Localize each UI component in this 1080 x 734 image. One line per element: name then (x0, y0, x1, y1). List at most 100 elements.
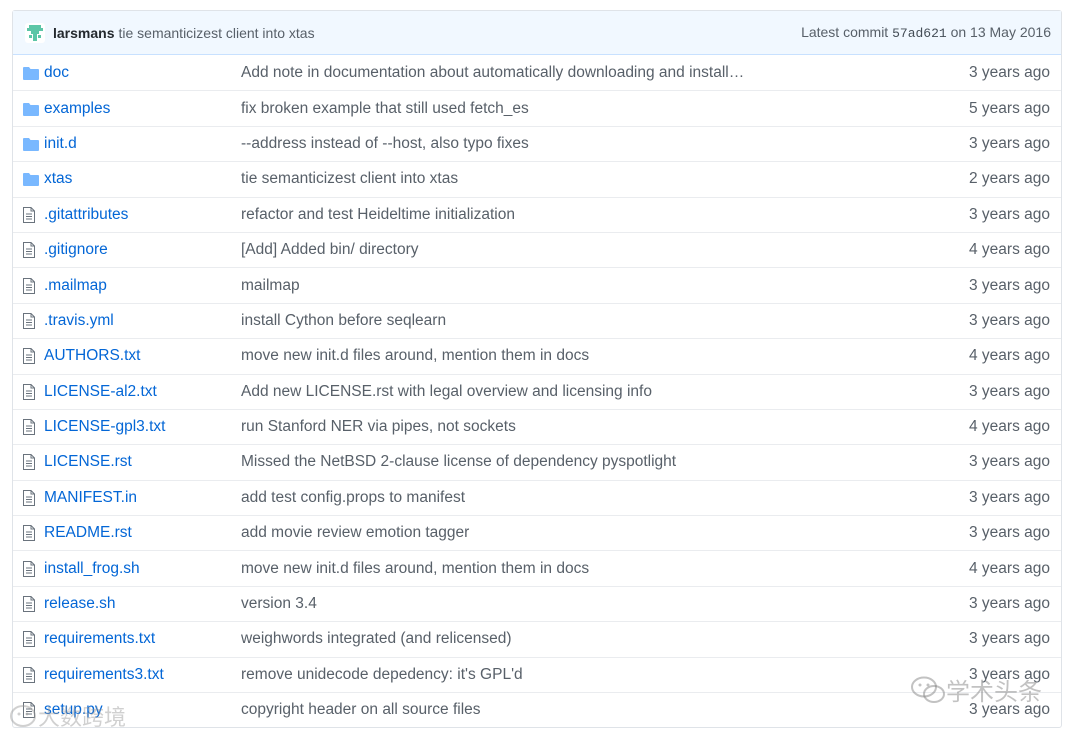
commit-message-link[interactable]: add movie review emotion tagger (241, 524, 801, 542)
commit-age: 2 years ago (969, 170, 1050, 188)
file-row[interactable]: init.d --address instead of --host, also … (13, 125, 1061, 161)
file-row[interactable]: AUTHORS.txt move new init.d files around,… (13, 338, 1061, 373)
commit-message-link[interactable]: remove unidecode depedency: it's GPL'd (241, 666, 801, 684)
commit-message-link[interactable]: add test config.props to manifest (241, 489, 801, 507)
commit-age: 3 years ago (969, 595, 1050, 613)
commit-message-link[interactable]: copyright header on all source files (241, 701, 801, 719)
file-row[interactable]: README.rst add movie review emotion tagge… (13, 515, 1061, 550)
commit-message-link[interactable]: Missed the NetBSD 2-clause license of de… (241, 453, 801, 471)
file-name-link[interactable]: requirements.txt (44, 630, 241, 648)
commit-age: 4 years ago (969, 559, 1050, 577)
commit-age: 3 years ago (969, 630, 1050, 648)
file-icon (13, 312, 44, 329)
file-icon (13, 702, 44, 719)
file-row[interactable]: examples fix broken example that still us… (13, 90, 1061, 125)
commit-message-link[interactable]: Add new LICENSE.rst with legal overview … (241, 383, 801, 401)
file-icon (13, 383, 44, 400)
file-name-link[interactable]: setup.py (44, 701, 241, 719)
file-row[interactable]: install_frog.sh move new init.d files aro… (13, 550, 1061, 585)
file-row[interactable]: MANIFEST.in add test config.props to mani… (13, 479, 1061, 515)
file-row[interactable]: .gitattributes refactor and test Heidelti… (13, 196, 1061, 232)
file-row[interactable]: .gitignore [Add] Added bin/ directory 4 ye… (13, 231, 1061, 267)
commit-age: 4 years ago (969, 347, 1050, 365)
folder-icon (13, 102, 44, 116)
file-table: larsmans tie semanticizest client into x… (12, 10, 1062, 729)
file-list: doc Add note in documentation about autom… (13, 55, 1061, 727)
commit-age: 4 years ago (969, 241, 1050, 259)
commit-age: 3 years ago (969, 382, 1050, 400)
file-name-link[interactable]: .gitattributes (44, 206, 241, 224)
file-name-link[interactable]: AUTHORS.txt (44, 347, 241, 365)
commit-age: 3 years ago (969, 488, 1050, 506)
commit-age: 3 years ago (969, 205, 1050, 223)
commit-age: 3 years ago (969, 453, 1050, 471)
file-name-link[interactable]: release.sh (44, 595, 241, 613)
file-row[interactable]: .mailmap mailmap 3 years ago (13, 267, 1061, 302)
file-icon (13, 560, 44, 577)
file-row[interactable]: requirements.txt weighwords integrated (a… (13, 621, 1061, 656)
file-icon (13, 489, 44, 506)
file-name-link[interactable]: LICENSE-gpl3.txt (44, 418, 241, 436)
commit-message-link[interactable]: install Cython before seqlearn (241, 312, 801, 330)
file-icon (13, 631, 44, 648)
file-name-link[interactable]: .travis.yml (44, 312, 241, 330)
file-name-link[interactable]: doc (44, 64, 241, 82)
file-row[interactable]: requirements3.txt remove unidecode depede… (13, 656, 1061, 692)
file-row[interactable]: LICENSE-al2.txt Add new LICENSE.rst with … (13, 373, 1061, 409)
file-name-link[interactable]: xtas (44, 170, 241, 188)
file-icon (13, 206, 44, 223)
file-name-link[interactable]: .mailmap (44, 277, 241, 295)
file-icon (13, 277, 44, 294)
file-name-link[interactable]: MANIFEST.in (44, 489, 241, 507)
file-row[interactable]: setup.py copyright header on all source f… (13, 692, 1061, 727)
file-name-link[interactable]: examples (44, 100, 241, 118)
file-name-link[interactable]: LICENSE.rst (44, 453, 241, 471)
file-row[interactable]: .travis.yml install Cython before seqlear… (13, 302, 1061, 338)
file-name-link[interactable]: install_frog.sh (44, 560, 241, 578)
file-icon (13, 348, 44, 365)
author-avatar[interactable] (25, 22, 45, 43)
file-name-link[interactable]: requirements3.txt (44, 666, 241, 684)
commit-message-link[interactable]: refactor and test Heideltime initializat… (241, 206, 801, 224)
file-icon (13, 242, 44, 259)
commit-message-link[interactable]: run Stanford NER via pipes, not sockets (241, 418, 801, 436)
latest-commit-info: Latest commit 57ad621 on 13 May 2016 (801, 24, 1051, 41)
commit-message-link[interactable]: fix broken example that still used fetch… (241, 100, 801, 118)
commit-age: 3 years ago (969, 134, 1050, 152)
commit-message-link[interactable]: version 3.4 (241, 595, 801, 613)
commit-message-link[interactable]: [Add] Added bin/ directory (241, 241, 801, 259)
file-row[interactable]: xtas tie semanticizest client into xtas 2 … (13, 161, 1061, 196)
commit-message-link[interactable]: move new init.d files around, mention th… (241, 347, 801, 365)
commit-age: 3 years ago (969, 276, 1050, 294)
commit-message-link[interactable]: mailmap (241, 277, 801, 295)
file-icon (13, 454, 44, 471)
commit-age: 5 years ago (969, 99, 1050, 117)
file-name-link[interactable]: LICENSE-al2.txt (44, 383, 241, 401)
commit-message-link[interactable]: tie semanticizest client into xtas (241, 170, 801, 188)
latest-commit-label: Latest commit (801, 24, 889, 40)
latest-commit-bar: larsmans tie semanticizest client into x… (13, 11, 1061, 55)
file-row[interactable]: release.sh version 3.4 3 years ago (13, 585, 1061, 621)
file-row[interactable]: LICENSE-gpl3.txt run Stanford NER via pip… (13, 408, 1061, 444)
commit-age: 3 years ago (969, 524, 1050, 542)
commit-message-link[interactable]: Add note in documentation about automati… (241, 64, 801, 82)
file-name-link[interactable]: .gitignore (44, 241, 241, 259)
commit-age: 3 years ago (969, 701, 1050, 719)
commit-age: 3 years ago (969, 63, 1050, 81)
file-name-link[interactable]: README.rst (44, 524, 241, 542)
commit-author-link[interactable]: larsmans (53, 25, 114, 41)
file-icon (13, 596, 44, 613)
commit-sha-link[interactable]: 57ad621 (892, 26, 947, 41)
file-row[interactable]: LICENSE.rst Missed the NetBSD 2-clause li… (13, 444, 1061, 479)
commit-message-link[interactable]: tie semanticizest client into xtas (118, 25, 314, 41)
commit-message-link[interactable]: weighwords integrated (and relicensed) (241, 630, 801, 648)
folder-icon (13, 66, 44, 80)
commit-age: 3 years ago (969, 311, 1050, 329)
commit-message-link[interactable]: --address instead of --host, also typo f… (241, 135, 801, 153)
commit-message-link[interactable]: move new init.d files around, mention th… (241, 560, 801, 578)
file-icon (13, 666, 44, 683)
folder-icon (13, 137, 44, 151)
file-name-link[interactable]: init.d (44, 135, 241, 153)
commit-age: 4 years ago (969, 418, 1050, 436)
file-row[interactable]: doc Add note in documentation about autom… (13, 55, 1061, 90)
